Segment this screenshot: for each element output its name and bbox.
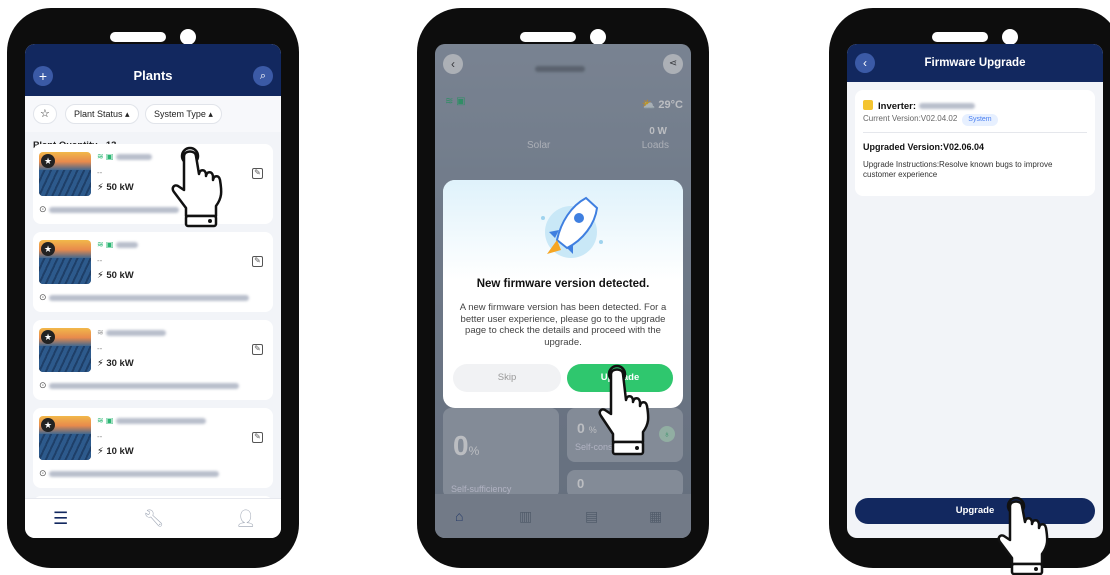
plant-power-value: 50 kW (106, 270, 134, 281)
search-icon[interactable]: ⌕ (253, 66, 273, 86)
status-icons: ≋ (97, 328, 166, 337)
dialog-title: New firmware version detected. (476, 278, 650, 290)
firmware-header: ‹ Firmware Upgrade (847, 44, 1103, 82)
tap-hand-icon (171, 146, 223, 228)
inverter-label: Inverter: (878, 101, 917, 112)
plant-power-value: 30 kW (106, 358, 134, 369)
system-type-filter[interactable]: System Type ▴ (145, 104, 222, 124)
inverter-row: Inverter: (863, 100, 975, 112)
upgrade-button[interactable]: Upgrade (855, 498, 1095, 524)
upgrade-instructions: Upgrade Instructions:Resolve known bugs … (863, 160, 1053, 179)
skip-button[interactable]: Skip (453, 364, 561, 392)
edit-icon[interactable]: ✎ (252, 432, 263, 443)
plant-thumbnail: ★ (39, 240, 91, 284)
star-icon[interactable]: ★ (41, 242, 55, 256)
plants-screen: + Plants ⌕ ☆ Plant Status ▴ System Type … (25, 44, 281, 538)
plant-thumbnail: ★ (39, 152, 91, 196)
rocket-illustration (443, 180, 683, 280)
star-icon[interactable]: ★ (41, 330, 55, 344)
system-badge: System (962, 114, 998, 126)
edit-icon[interactable]: ✎ (252, 344, 263, 355)
tab-bar: ☰ 🔧︎ 👤︎ (25, 498, 281, 538)
plants-header: + Plants ⌕ (25, 44, 281, 96)
tap-hand-icon (598, 364, 650, 456)
current-version-row: Current Version:V02.04.02 System (863, 114, 998, 126)
plant-card[interactable]: ★ ≋ -- ⚡ 30 kW ✎ ⊙ (33, 320, 273, 400)
phone-plants: + Plants ⌕ ☆ Plant Status ▴ System Type … (7, 8, 299, 568)
current-version: Current Version:V02.04.02 (863, 114, 958, 123)
plant-power-value: 50 kW (106, 182, 134, 193)
plant-thumbnail: ★ (39, 416, 91, 460)
upgraded-version: Upgraded Version:V02.06.04 (863, 142, 985, 152)
plant-dash: -- (97, 432, 103, 441)
plant-dash: -- (97, 344, 103, 353)
plant-power: ⚡ 50 kW (97, 182, 134, 193)
plant-card[interactable]: ★ ≋ ▣ -- ⚡ 50 kW ✎ ⊙ (33, 232, 273, 312)
firmware-info-card: Inverter: Current Version:V02.04.02 Syste… (855, 90, 1095, 196)
location-icon: ⊙ (39, 204, 180, 215)
user-icon[interactable]: 👤︎ (235, 509, 257, 529)
firmware-upgrade-screen: ‹ Firmware Upgrade Inverter: Current Ver… (847, 44, 1103, 538)
page-title: Firmware Upgrade (924, 57, 1026, 69)
edit-icon[interactable]: ✎ (252, 168, 263, 179)
plant-power: ⚡ 30 kW (97, 358, 134, 369)
phone-plant-detail: ‹ ⋖ ≋ ▣ ⛅ 29°C Solar 0 W Loads 0% Self-s… (417, 8, 709, 568)
plant-status-label: Plant Status (74, 109, 123, 119)
location-icon: ⊙ (39, 292, 250, 303)
tap-hand-icon (997, 496, 1049, 575)
wrench-icon[interactable]: 🔧︎ (143, 509, 165, 529)
status-icons: ≋ ▣ (97, 240, 138, 249)
plant-thumbnail: ★ (39, 328, 91, 372)
divider (863, 132, 1087, 133)
plant-detail-screen: ‹ ⋖ ≋ ▣ ⛅ 29°C Solar 0 W Loads 0% Self-s… (435, 44, 691, 538)
location-icon: ⊙ (39, 380, 240, 391)
plant-card[interactable]: ★ ≋ ▣ -- ⚡ 50 kW ✎ ⊙ (33, 144, 273, 224)
plant-power-value: 10 kW (106, 446, 134, 457)
status-icons: ≋ ▣ (97, 416, 206, 425)
dialog-message: A new firmware version has been detected… (459, 302, 667, 348)
plant-dash: -- (97, 168, 103, 177)
plant-power: ⚡ 50 kW (97, 270, 134, 281)
plant-card[interactable]: ★ ≋ ▣ -- ⚡ 10 kW ✎ ⊙ (33, 408, 273, 488)
plant-power: ⚡ 10 kW (97, 446, 134, 457)
system-type-label: System Type (154, 109, 206, 119)
filter-bar: ☆ Plant Status ▴ System Type ▴ (25, 96, 281, 132)
inverter-icon (863, 100, 873, 110)
phone-firmware-upgrade: ‹ Firmware Upgrade Inverter: Current Ver… (829, 8, 1110, 568)
location-icon: ⊙ (39, 468, 220, 479)
list-icon[interactable]: ☰ (53, 509, 68, 529)
plant-dash: -- (97, 256, 103, 265)
plant-status-filter[interactable]: Plant Status ▴ (65, 104, 139, 124)
star-icon[interactable]: ★ (41, 154, 55, 168)
status-icons: ≋ ▣ (97, 152, 152, 161)
favorites-star-icon[interactable]: ☆ (33, 104, 57, 124)
page-title: Plants (133, 68, 173, 83)
edit-icon[interactable]: ✎ (252, 256, 263, 267)
star-icon[interactable]: ★ (41, 418, 55, 432)
